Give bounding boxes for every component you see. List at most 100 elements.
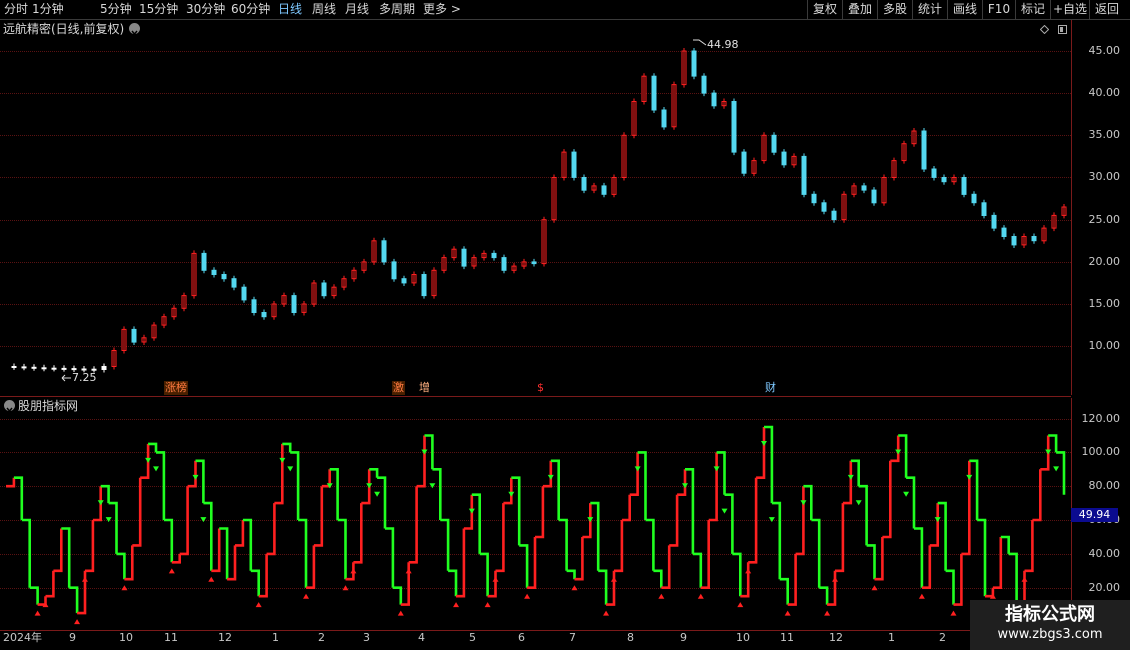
period-weekly[interactable]: 周线: [312, 1, 336, 18]
sell-arrow-icon: [721, 508, 728, 514]
indicator-segment: [266, 503, 276, 556]
indicator-segment: [290, 451, 300, 520]
indicator-segment: [890, 435, 900, 463]
indicator-segment: [732, 552, 742, 597]
indicator-segment: [558, 518, 568, 571]
indicator-segment: [45, 570, 55, 598]
multi-stock-button[interactable]: 多股: [877, 0, 912, 19]
buy-arrow-icon: [832, 576, 839, 582]
y-tick-label: 45.00: [1088, 44, 1121, 57]
sell-arrow-icon: [713, 466, 720, 472]
buy-arrow-icon: [1021, 576, 1028, 582]
indicator-segment: [645, 518, 655, 571]
indicator-segment: [819, 586, 829, 605]
event-marker-incentive[interactable]: 激: [392, 381, 405, 395]
period-intraday[interactable]: 分时: [4, 1, 28, 18]
buy-arrow-icon: [603, 610, 610, 616]
sell-arrow-icon: [145, 457, 152, 463]
period-more[interactable]: 更多 >: [423, 1, 461, 18]
indicator-segment: [1008, 552, 1018, 605]
sell-arrow-icon: [97, 500, 104, 506]
event-marker-finance[interactable]: 财: [764, 381, 777, 395]
buy-arrow-icon: [950, 610, 957, 616]
mark-button[interactable]: 标记: [1015, 0, 1050, 19]
sell-arrow-icon: [192, 474, 199, 480]
indicator-segment: [629, 452, 639, 496]
indicator-segment: [203, 501, 213, 571]
price-chart[interactable]: [0, 34, 1071, 380]
x-axis-label: 5: [469, 631, 476, 644]
back-button[interactable]: 返回: [1089, 0, 1124, 19]
indicator-segment: [1032, 469, 1042, 522]
sell-arrow-icon: [682, 483, 689, 489]
x-axis-label: 7: [569, 631, 576, 644]
buy-arrow-icon: [303, 593, 310, 599]
sell-arrow-icon: [153, 466, 160, 472]
period-60min[interactable]: 60分钟: [231, 1, 270, 18]
sell-arrow-icon: [374, 491, 381, 497]
sell-arrow-icon: [547, 474, 554, 480]
high-price-annotation: 44.98: [693, 39, 739, 51]
statistics-button[interactable]: 统计: [912, 0, 947, 19]
indicator-segment: [992, 537, 1003, 589]
overlay-button[interactable]: 叠加: [842, 0, 877, 19]
buy-arrow-icon: [453, 602, 460, 608]
diamond-icon[interactable]: [1040, 25, 1049, 34]
period-multi[interactable]: 多周期: [379, 1, 415, 18]
x-axis-label: 9: [680, 631, 687, 644]
indicator-segment: [274, 443, 284, 505]
buy-arrow-icon: [168, 568, 175, 574]
period-1min[interactable]: 1分钟: [32, 1, 64, 18]
buy-arrow-icon: [824, 610, 831, 616]
sell-arrow-icon: [855, 500, 862, 506]
indicator-segment: [69, 586, 79, 614]
buy-arrow-icon: [737, 602, 744, 608]
chevron-down-icon[interactable]: [129, 23, 140, 36]
adjust-button[interactable]: 复权: [807, 0, 842, 19]
indicator-segment: [353, 503, 363, 564]
x-axis-label: 11: [780, 631, 794, 644]
add-watchlist-button[interactable]: +自选: [1050, 0, 1089, 19]
indicator-segment: [542, 460, 553, 488]
indicator-segment: [756, 427, 766, 479]
indicator-segment: [929, 503, 939, 547]
x-axis-label: 12: [829, 631, 843, 644]
indicator-chart[interactable]: [0, 405, 1071, 630]
x-axis-label: 10: [736, 631, 750, 644]
low-price-annotation: 7.25: [58, 372, 97, 384]
indicator-segment: [961, 460, 971, 556]
period-monthly[interactable]: 月线: [345, 1, 369, 18]
indicator-segment: [187, 460, 197, 488]
indicator-segment: [708, 452, 718, 522]
indicator-segment: [748, 477, 758, 564]
indicator-segment: [337, 518, 347, 580]
indicator-segment: [779, 577, 789, 605]
event-marker-dollar[interactable]: $: [536, 381, 545, 395]
indicator-segment: [116, 552, 126, 580]
indicator-segment: [163, 518, 174, 563]
x-axis-label: 2: [318, 631, 325, 644]
indicator-segment: [724, 493, 734, 554]
y-tick-label: 15.00: [1088, 297, 1121, 310]
buy-arrow-icon: [492, 576, 499, 582]
indicator-segment: [1024, 520, 1034, 573]
sell-arrow-icon: [966, 474, 973, 480]
event-marker-increase[interactable]: 增: [418, 381, 431, 395]
period-30min[interactable]: 30分钟: [186, 1, 225, 18]
window-icon[interactable]: [1058, 25, 1067, 34]
y-tick-label: 100.00: [1081, 445, 1121, 458]
x-axis-label: 4: [418, 631, 425, 644]
draw-line-button[interactable]: 画线: [947, 0, 982, 19]
f10-button[interactable]: F10: [982, 0, 1015, 19]
sell-arrow-icon: [421, 449, 428, 455]
period-15min[interactable]: 15分钟: [139, 1, 178, 18]
y-tick-label: 35.00: [1088, 128, 1121, 141]
indicator-segment: [977, 518, 987, 597]
period-daily[interactable]: 日线: [278, 1, 302, 18]
sell-arrow-icon: [429, 483, 436, 489]
indicator-segment: [432, 468, 442, 520]
indicator-segment: [614, 520, 624, 573]
period-5min[interactable]: 5分钟: [100, 1, 132, 18]
indicator-segment: [53, 528, 63, 573]
event-marker-limit-up[interactable]: 涨榜: [164, 381, 188, 395]
